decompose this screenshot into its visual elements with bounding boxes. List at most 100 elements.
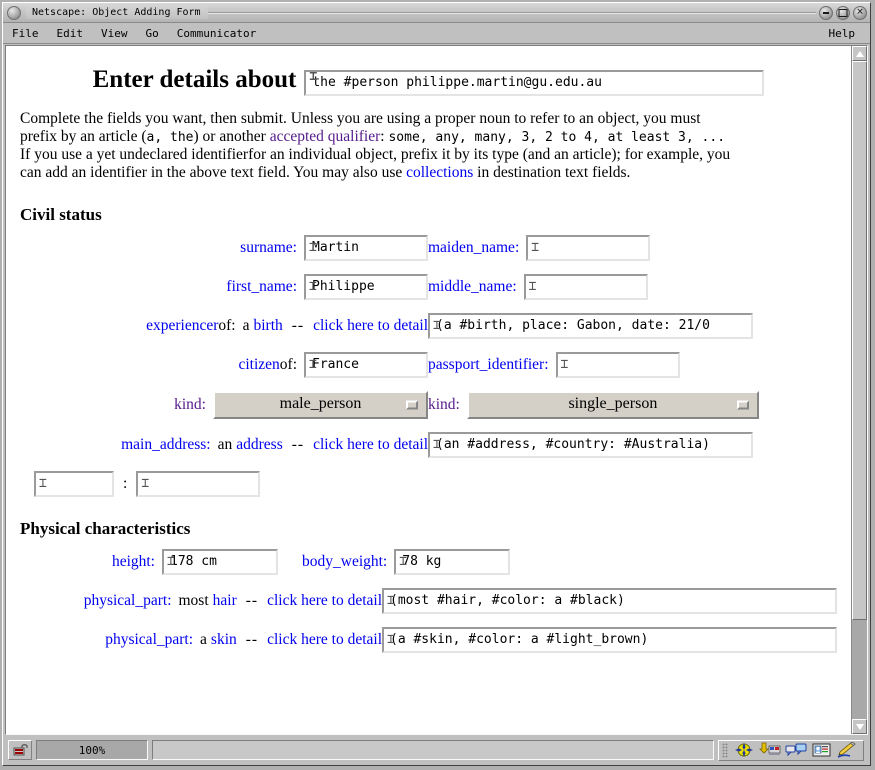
window-menu-button[interactable]: [7, 6, 21, 20]
extra-key-input[interactable]: [34, 471, 114, 497]
extra-pair-separator: :: [123, 475, 127, 493]
title-bar: Netscape: Object Adding Form ✕: [3, 3, 870, 23]
hair-detail-input[interactable]: [382, 588, 837, 614]
physical-part-hair-label[interactable]: physical_part:: [84, 592, 172, 610]
form-row: physical_part: most hair -- click here t…: [20, 588, 837, 614]
navigator-icon[interactable]: [731, 741, 757, 759]
passport-identifier-input[interactable]: [556, 352, 680, 378]
height-label[interactable]: height:: [112, 553, 155, 571]
body-weight-label[interactable]: body_weight:: [302, 553, 387, 571]
menu-view[interactable]: View: [92, 24, 137, 43]
main-address-detail-link[interactable]: click here to detail: [313, 436, 428, 454]
experiencer-detail-input[interactable]: [428, 313, 753, 339]
instructions-line-2: prefix by an article (a, the) or another…: [20, 128, 837, 146]
body-weight-input[interactable]: [394, 549, 510, 575]
scroll-down-button[interactable]: [852, 719, 867, 734]
security-padlock-icon[interactable]: [8, 740, 32, 760]
maiden-name-input[interactable]: [526, 235, 650, 261]
body-weight-input-wrap: [394, 549, 510, 575]
civil-status-fields: surname: maiden_name:: [20, 235, 837, 497]
accepted-qualifier-link[interactable]: accepted qualifier: [270, 128, 381, 145]
progress-value: 100%: [79, 744, 106, 757]
scrollbar-track[interactable]: [852, 61, 867, 719]
page-heading: Enter details about: [20, 64, 837, 96]
menu-bar: File Edit View Go Communicator Help: [3, 23, 870, 44]
menu-communicator[interactable]: Communicator: [168, 24, 265, 43]
scrollbar-thumb[interactable]: [852, 61, 867, 620]
surname-input-wrap: [304, 235, 428, 261]
collections-link[interactable]: collections: [406, 164, 473, 181]
field-middle-name: middle_name:: [428, 274, 837, 300]
field-skin-detail: [382, 627, 837, 653]
composer-icon[interactable]: [835, 741, 861, 759]
height-input[interactable]: [162, 549, 278, 575]
passport-identifier-input-wrap: [556, 352, 680, 378]
kind-right-select[interactable]: single_person: [467, 391, 759, 419]
menu-edit[interactable]: Edit: [48, 24, 93, 43]
extra-value-input[interactable]: [136, 471, 260, 497]
main-address-detail-input[interactable]: [428, 432, 753, 458]
hair-type-link[interactable]: hair: [213, 592, 237, 610]
field-main-address: main_address: an address -- click here t…: [20, 436, 428, 454]
citizen-input[interactable]: [304, 352, 428, 378]
form-row: main_address: an address -- click here t…: [20, 432, 837, 458]
maiden-name-label[interactable]: maiden_name:: [428, 239, 519, 257]
field-body-weight: body_weight:: [278, 549, 837, 575]
instructions-line-3: If you use a yet undeclared identifierfo…: [20, 146, 837, 164]
form-row: first_name: middle_name:: [20, 274, 837, 300]
citizen-label[interactable]: citizen: [238, 356, 279, 374]
vertical-scrollbar[interactable]: [851, 46, 867, 734]
skin-detail-link[interactable]: click here to detail: [267, 631, 382, 649]
middle-name-input[interactable]: [524, 274, 648, 300]
address-book-icon[interactable]: [809, 741, 835, 759]
page-viewport: Enter details about Complete the fields …: [6, 46, 851, 734]
physical-characteristics-fields: height: body_weight:: [20, 549, 837, 653]
instructions-line-1: Complete the fields you want, then submi…: [20, 110, 837, 128]
maximize-button[interactable]: [836, 6, 850, 20]
scroll-up-button[interactable]: [852, 46, 867, 61]
surname-input[interactable]: [304, 235, 428, 261]
first-name-label[interactable]: first_name:: [226, 278, 297, 296]
form-row: physical_part: a skin -- click here to d…: [20, 627, 837, 653]
object-identifier-input[interactable]: [304, 70, 764, 96]
inbox-icon[interactable]: [757, 741, 783, 759]
component-bar-grip[interactable]: [722, 743, 728, 758]
main-address-article: an: [218, 436, 233, 454]
surname-label[interactable]: surname:: [240, 239, 297, 257]
code-separator: ,: [154, 130, 170, 145]
experiencer-detail-input-wrap: [428, 313, 753, 339]
field-kind-left: kind: male_person: [20, 391, 428, 419]
skin-type-link[interactable]: skin: [211, 631, 237, 649]
minimize-button[interactable]: [819, 6, 833, 20]
experiencer-type-link[interactable]: birth: [253, 317, 282, 335]
section-heading-physical-characteristics: Physical characteristics: [20, 519, 837, 539]
chevron-down-icon: [406, 400, 418, 409]
main-address-type-link[interactable]: address: [236, 436, 283, 454]
kind-left-value: male_person: [280, 395, 362, 414]
menu-help[interactable]: Help: [820, 24, 865, 43]
kind-left-select[interactable]: male_person: [213, 391, 428, 419]
physical-part-skin-label[interactable]: physical_part:: [105, 631, 193, 649]
middle-name-label[interactable]: middle_name:: [428, 278, 517, 296]
field-physical-part-skin: physical_part: a skin -- click here to d…: [20, 631, 382, 649]
main-address-label[interactable]: main_address:: [121, 436, 211, 454]
kind-left-label[interactable]: kind:: [174, 396, 206, 414]
skin-detail-input-wrap: [382, 627, 837, 653]
status-message: [152, 740, 714, 760]
window-title-wrap: Netscape: Object Adding Form: [26, 5, 816, 20]
kind-right-label[interactable]: kind:: [428, 396, 460, 414]
status-bar: 100%: [5, 737, 868, 763]
hair-detail-link[interactable]: click here to detail: [267, 592, 382, 610]
page-title: Enter details about: [93, 65, 297, 95]
experiencer-label[interactable]: experiencer: [146, 317, 218, 335]
form-row: :: [20, 471, 837, 497]
menu-file[interactable]: File: [3, 24, 48, 43]
passport-identifier-label[interactable]: passport_identifier:: [428, 356, 549, 374]
first-name-input[interactable]: [304, 274, 428, 300]
newsgroup-icon[interactable]: [783, 741, 809, 759]
experiencer-detail-link[interactable]: click here to detail: [313, 317, 428, 335]
skin-detail-input[interactable]: [382, 627, 837, 653]
progress-indicator: 100%: [36, 740, 148, 760]
close-button[interactable]: ✕: [853, 6, 867, 20]
menu-go[interactable]: Go: [137, 24, 168, 43]
